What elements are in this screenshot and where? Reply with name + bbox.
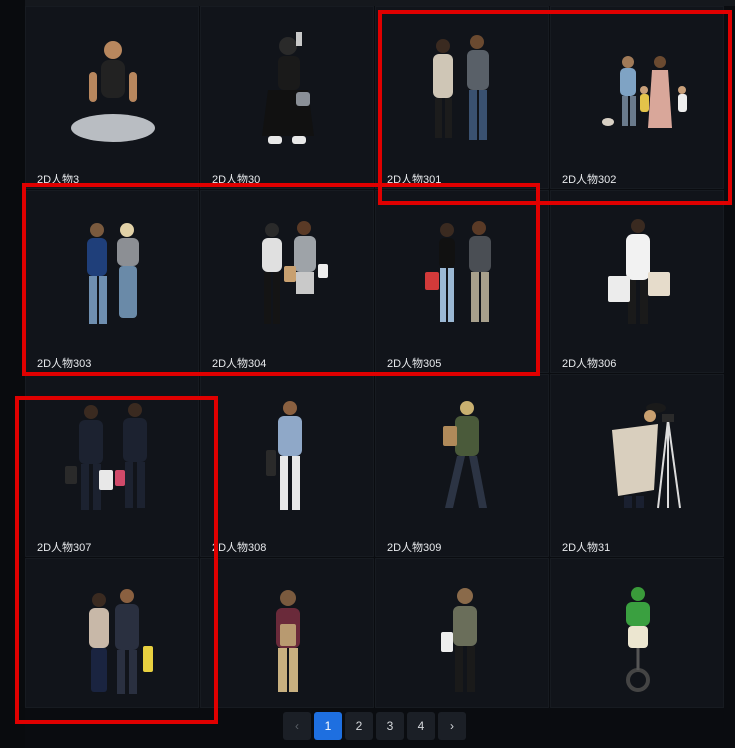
asset-tile[interactable]: 2D人物30	[200, 6, 374, 189]
asset-label: 2D人物301	[387, 174, 442, 186]
prev-page-button[interactable]: ‹	[283, 712, 311, 740]
asset-label: 2D人物302	[562, 174, 617, 186]
person-thumbnail-icon	[87, 223, 139, 324]
left-edge	[0, 0, 25, 748]
person-thumbnail-icon	[89, 589, 153, 694]
asset-tile[interactable]: 2D人物304	[200, 190, 374, 373]
asset-tile[interactable]: 2D人物305	[375, 190, 549, 373]
asset-tile[interactable]: 2D人物308	[200, 374, 374, 557]
person-thumbnail-icon	[608, 219, 670, 324]
asset-tile[interactable]: 2D人物303	[25, 190, 199, 373]
person-thumbnail-icon	[602, 56, 687, 128]
asset-label: 2D人物31	[562, 542, 611, 554]
asset-label: 2D人物306	[562, 358, 617, 370]
chevron-left-icon: ‹	[295, 719, 299, 733]
asset-label: 2D人物308	[212, 542, 267, 554]
asset-tile[interactable]: 2D人物31	[550, 374, 724, 557]
person-thumbnail-icon	[626, 587, 650, 692]
person-thumbnail-icon	[443, 401, 487, 508]
asset-tile[interactable]: 2D人物302	[550, 6, 724, 189]
asset-tile[interactable]	[375, 558, 549, 708]
asset-label: 2D人物309	[387, 542, 442, 554]
person-thumbnail-icon	[425, 221, 491, 322]
chevron-right-icon: ›	[450, 719, 454, 733]
page-button-4[interactable]: 4	[407, 712, 435, 740]
person-thumbnail-icon	[71, 41, 155, 142]
asset-label: 2D人物307	[37, 542, 92, 554]
asset-label: 2D人物3	[37, 174, 80, 186]
person-thumbnail-icon	[441, 588, 477, 692]
person-thumbnail-icon	[65, 403, 147, 510]
person-thumbnail-icon	[276, 590, 300, 692]
asset-tile[interactable]	[200, 558, 374, 708]
asset-label: 2D人物30	[212, 174, 261, 186]
asset-label: 2D人物303	[37, 358, 92, 370]
page-button-1[interactable]: 1	[314, 712, 342, 740]
asset-grid: 2D人物3 2D人物30 2D人物301 2D人物302 2D人物303 2D人…	[25, 6, 724, 708]
page-button-2[interactable]: 2	[345, 712, 373, 740]
asset-label: 2D人物305	[387, 358, 442, 370]
asset-tile[interactable]	[550, 558, 724, 708]
asset-tile[interactable]: 2D人物309	[375, 374, 549, 557]
person-thumbnail-icon	[612, 403, 681, 509]
person-thumbnail-icon	[266, 401, 302, 510]
person-thumbnail-icon	[262, 32, 314, 144]
asset-tile[interactable]: 2D人物3	[25, 6, 199, 189]
person-thumbnail-icon	[262, 221, 328, 324]
page-button-3[interactable]: 3	[376, 712, 404, 740]
next-page-button[interactable]: ›	[438, 712, 466, 740]
asset-tile[interactable]: 2D人物301	[375, 6, 549, 189]
asset-tile[interactable]: 2D人物307	[25, 374, 199, 557]
asset-tile[interactable]: 2D人物306	[550, 190, 724, 373]
asset-label: 2D人物304	[212, 358, 267, 370]
person-thumbnail-icon	[433, 35, 489, 140]
asset-tile[interactable]	[25, 558, 199, 708]
